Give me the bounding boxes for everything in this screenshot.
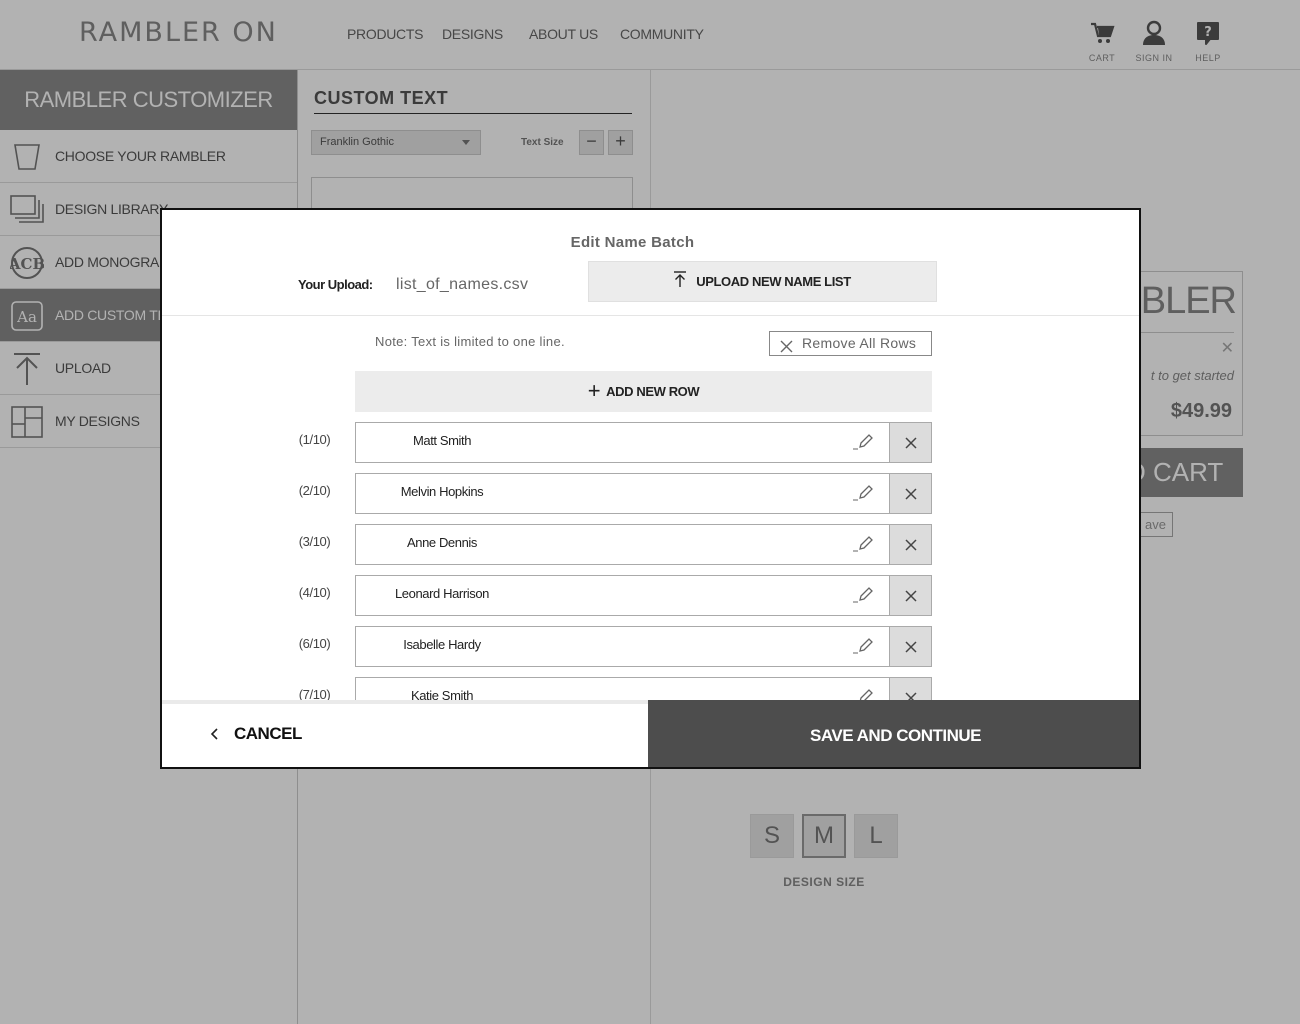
- pencil-icon[interactable]: [852, 483, 874, 508]
- close-icon: [904, 589, 917, 602]
- name-row: (3/10) Anne Dennis: [162, 524, 1139, 565]
- row-name: Isabelle Hardy: [403, 637, 481, 652]
- delete-row-button[interactable]: [890, 524, 932, 565]
- upload-new-name-list-button[interactable]: UPLOAD NEW NAME LIST: [588, 261, 937, 302]
- name-row: (4/10) Leonard Harrison: [162, 575, 1139, 616]
- row-name: Matt Smith: [412, 433, 472, 448]
- cancel-button[interactable]: CANCEL: [162, 704, 648, 767]
- add-new-row-button[interactable]: + ADD NEW ROW: [355, 371, 932, 412]
- chevron-left-icon: [210, 726, 220, 747]
- close-icon: [904, 487, 917, 500]
- remove-all-rows-label: Remove All Rows: [802, 335, 917, 351]
- row-name: Melvin Hopkins: [400, 484, 484, 499]
- close-icon: [904, 538, 917, 551]
- delete-row-button[interactable]: [890, 473, 932, 514]
- close-icon: [780, 337, 793, 360]
- cancel-label: CANCEL: [234, 724, 302, 743]
- name-row: (1/10) Matt Smith: [162, 422, 1139, 463]
- row-name: Anne Dennis: [406, 535, 478, 550]
- add-new-row-label: ADD NEW ROW: [606, 384, 700, 399]
- upload-new-name-list-label: UPLOAD NEW NAME LIST: [696, 274, 851, 289]
- delete-row-button[interactable]: [890, 626, 932, 667]
- divider: [162, 315, 1139, 316]
- close-icon: [904, 640, 917, 653]
- delete-row-button[interactable]: [890, 422, 932, 463]
- name-row: (2/10) Melvin Hopkins: [162, 473, 1139, 514]
- pencil-icon[interactable]: [852, 534, 874, 559]
- modal-footer: CANCEL SAVE AND CONTINUE: [162, 700, 1139, 767]
- pencil-icon[interactable]: [852, 636, 874, 661]
- row-name: Leonard Harrison: [394, 586, 490, 601]
- save-and-continue-button[interactable]: SAVE AND CONTINUE: [648, 700, 1139, 767]
- plus-icon: +: [587, 377, 601, 403]
- modal-title: Edit Name Batch: [570, 234, 695, 251]
- pencil-icon[interactable]: [852, 585, 874, 610]
- name-row: (6/10) Isabelle Hardy: [162, 626, 1139, 667]
- edit-name-batch-modal: Edit Name Batch Your Upload: list_of_nam…: [160, 208, 1141, 769]
- close-icon: [904, 436, 917, 449]
- note-text: Note: Text is limited to one line.: [375, 334, 565, 349]
- upload-filename: list_of_names.csv: [396, 276, 529, 293]
- pencil-icon[interactable]: [852, 432, 874, 457]
- remove-all-rows-button[interactable]: Remove All Rows: [769, 331, 932, 356]
- delete-row-button[interactable]: [890, 575, 932, 616]
- upload-label: Your Upload:: [298, 277, 373, 292]
- upload-icon: [674, 263, 687, 302]
